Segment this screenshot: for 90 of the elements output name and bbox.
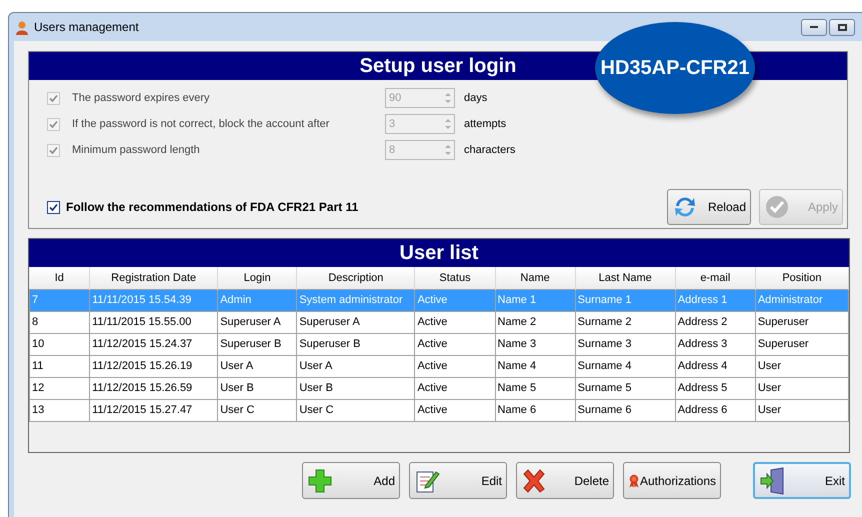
delete-button[interactable]: Delete <box>516 462 614 499</box>
table-cell: Active <box>414 289 496 311</box>
table-cell: Surname 3 <box>575 333 676 355</box>
setting-label: If the password is not correct, block the account after <box>72 116 330 132</box>
plus-icon <box>307 468 333 494</box>
column-header[interactable]: Id <box>30 267 90 289</box>
panel-header: User list <box>29 239 849 267</box>
table-cell: User <box>755 377 848 399</box>
column-header[interactable]: Name <box>495 267 576 289</box>
table-cell: User A <box>218 355 297 377</box>
table-cell: 10 <box>30 333 90 355</box>
edit-button[interactable]: Edit <box>409 462 507 499</box>
add-button[interactable]: Add <box>302 462 400 499</box>
table-cell: Superuser A <box>296 311 415 333</box>
table-cell: Superuser B <box>218 333 297 355</box>
table-cell: 13 <box>30 399 90 421</box>
checkmark-icon <box>764 194 790 220</box>
table-cell: 11/12/2015 15.24.37 <box>90 333 218 355</box>
column-header[interactable]: e-mail <box>675 267 756 289</box>
setting-label: The password expires every <box>72 90 211 106</box>
table-cell: Name 1 <box>495 289 576 311</box>
table-cell: 11/12/2015 15.26.59 <box>90 377 218 399</box>
column-header[interactable]: Status <box>414 267 496 289</box>
window-title: Users management <box>34 19 139 36</box>
table-cell: Name 2 <box>495 311 576 333</box>
table-cell: 11 <box>30 355 90 377</box>
table-cell: Active <box>414 399 496 421</box>
table-cell: Address 2 <box>675 311 756 333</box>
table-cell: Address 5 <box>675 377 756 399</box>
table-cell: Superuser B <box>296 333 415 355</box>
table-row[interactable]: 11 11/12/2015 15.26.19 User A User A Active Name 4 Surname 4 Address 4 User <box>30 355 848 377</box>
table-cell: Surname 5 <box>575 377 676 399</box>
table-row[interactable]: 12 11/12/2015 15.26.59 User B User B Active Name 5 Surname 5 Address 5 User <box>30 377 848 399</box>
table-cell: User C <box>296 399 415 421</box>
column-header[interactable]: Last Name <box>575 267 676 289</box>
column-header[interactable]: Position <box>755 267 848 289</box>
table-cell: Superuser <box>755 311 848 333</box>
table-cell: Address 3 <box>675 333 756 355</box>
table-cell: Administrator <box>755 289 848 311</box>
table-row[interactable]: 8 11/11/2015 15.55.00 Superuser A Superuser A Active Name 2 Surname 2 Address 2 Superuser <box>30 311 848 333</box>
setting-label: Minimum password length <box>72 142 201 158</box>
table-cell: Surname 4 <box>575 355 676 377</box>
table-cell: 11/12/2015 15.26.19 <box>90 355 218 377</box>
cross-icon <box>521 468 547 494</box>
table-cell: Active <box>414 355 496 377</box>
unit-label: attempts <box>464 116 506 132</box>
table-cell: Surname 1 <box>575 289 676 311</box>
user-icon <box>15 20 29 34</box>
follow-fda-label: Follow the recommendations of FDA CFR21 Part 11 <box>66 199 358 216</box>
reload-button[interactable]: Reload <box>667 189 751 225</box>
table-cell: 11/11/2015 15.54.39 <box>90 289 218 311</box>
table-cell: Superuser A <box>218 311 297 333</box>
table-cell: User B <box>218 377 297 399</box>
table-cell: 7 <box>30 289 90 311</box>
column-header[interactable]: Login <box>218 267 297 289</box>
table-cell: Superuser <box>755 333 848 355</box>
unit-label: characters <box>464 142 516 158</box>
table-cell: Address 4 <box>675 355 756 377</box>
column-header[interactable]: Description <box>296 267 415 289</box>
column-header[interactable]: Registration Date <box>90 267 218 289</box>
table-cell: Admin <box>218 289 297 311</box>
table-cell: 11/12/2015 15.27.47 <box>90 399 218 421</box>
unit-label: days <box>464 90 488 106</box>
table-cell: Address 6 <box>675 399 756 421</box>
table-cell: Name 5 <box>495 377 576 399</box>
exit-button[interactable]: Exit <box>753 462 851 499</box>
table-cell: User <box>755 355 848 377</box>
table-cell: User B <box>296 377 415 399</box>
table-cell: User A <box>296 355 415 377</box>
table-cell: 11/11/2015 15.55.00 <box>90 311 218 333</box>
maximize-button[interactable] <box>829 18 855 36</box>
table-cell: Active <box>414 311 496 333</box>
table-cell: Name 3 <box>495 333 576 355</box>
authorizations-button[interactable]: Authorizations <box>623 462 721 499</box>
table-cell: Surname 6 <box>575 399 676 421</box>
table-cell: Name 4 <box>495 355 576 377</box>
table-cell: System administrator <box>296 289 415 311</box>
table-cell: Name 6 <box>495 399 576 421</box>
minimize-button[interactable] <box>801 18 827 36</box>
table-row[interactable]: 10 11/12/2015 15.24.37 Superuser B Superuser B Active Name 3 Surname 3 Address 3 Superuser <box>30 333 848 355</box>
table-cell: Address 1 <box>675 289 756 311</box>
table-cell: Active <box>414 333 496 355</box>
table-cell: 8 <box>30 311 90 333</box>
table-row[interactable]: 13 11/12/2015 15.27.47 User C User C Active Name 6 Surname 6 Address 6 User <box>30 399 848 421</box>
table-cell: 12 <box>30 377 90 399</box>
table-cell: Active <box>414 377 496 399</box>
checkbox[interactable] <box>47 200 60 214</box>
table-cell: Surname 2 <box>575 311 676 333</box>
table-cell: User <box>755 399 848 421</box>
table-cell: User C <box>218 399 297 421</box>
